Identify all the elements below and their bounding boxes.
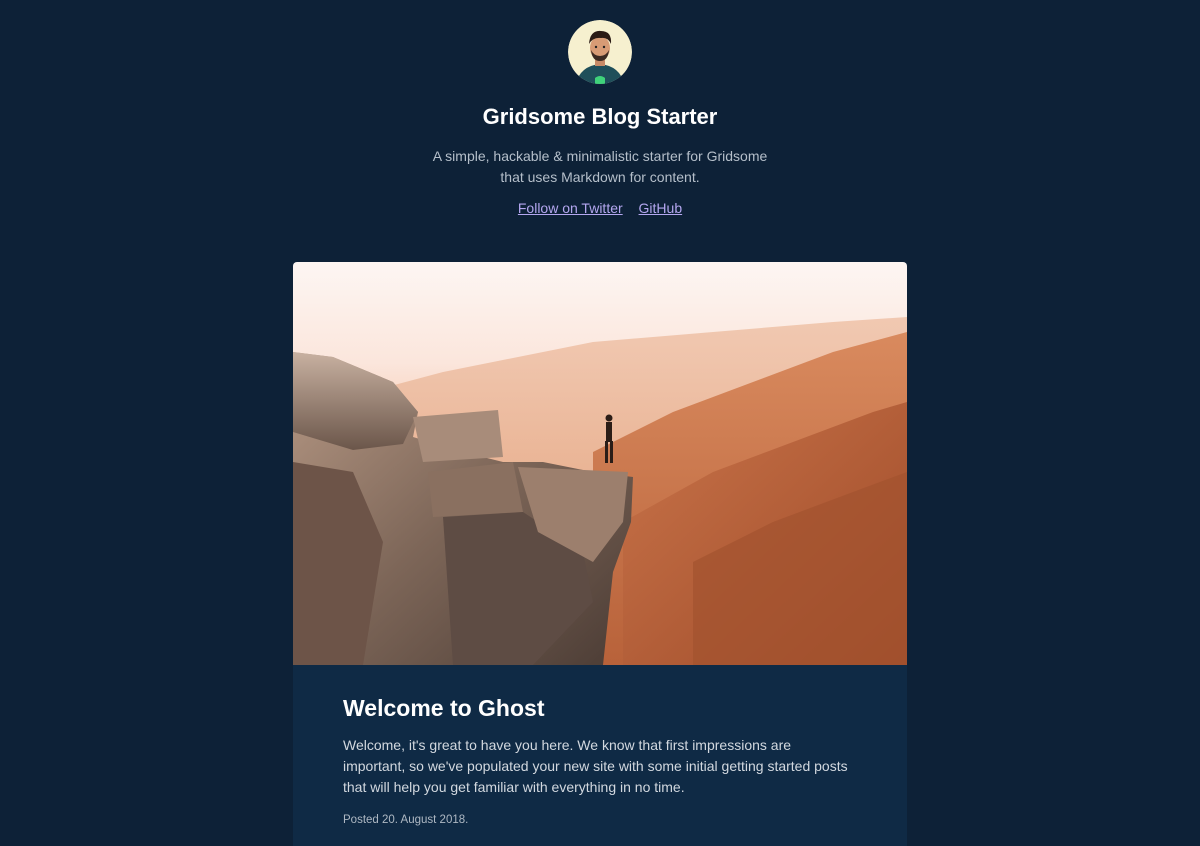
social-links: Follow on Twitter GitHub xyxy=(0,200,1200,216)
post-title[interactable]: Welcome to Ghost xyxy=(343,693,857,723)
site-description: A simple, hackable & minimalistic starte… xyxy=(432,148,768,185)
site-header: Gridsome Blog Starter A simple, hackable… xyxy=(0,0,1200,216)
post-date: Posted 20. August 2018. xyxy=(343,814,469,826)
post-cover-image[interactable] xyxy=(293,262,907,665)
avatar-image xyxy=(568,20,632,84)
post-body: Welcome to Ghost Welcome, it's great to … xyxy=(293,665,907,826)
author-avatar[interactable] xyxy=(568,20,632,84)
github-link[interactable]: GitHub xyxy=(639,200,683,216)
site-title: Gridsome Blog Starter xyxy=(482,104,718,129)
post-excerpt: Welcome, it's great to have you here. We… xyxy=(343,737,848,795)
page: Gridsome Blog Starter A simple, hackable… xyxy=(0,0,1200,846)
twitter-link[interactable]: Follow on Twitter xyxy=(518,200,623,216)
post-card[interactable]: Welcome to Ghost Welcome, it's great to … xyxy=(293,262,907,846)
